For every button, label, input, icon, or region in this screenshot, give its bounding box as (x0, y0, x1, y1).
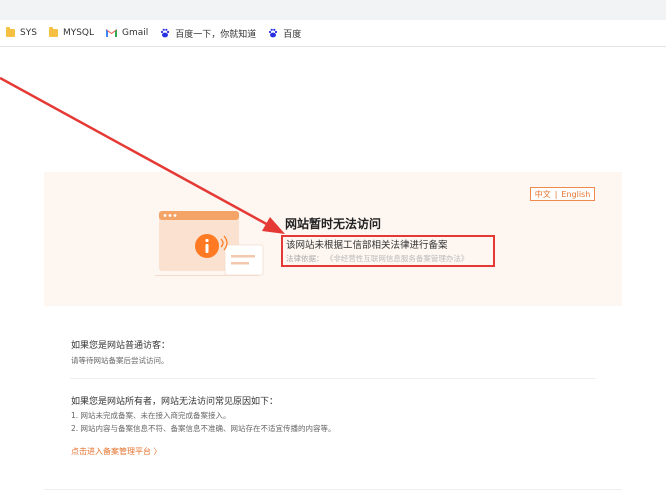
owner-reason-2: 2. 网站内容与备案信息不符、备案信息不准确、网站存在不适宜传播的内容等。 (71, 424, 336, 433)
baidu-icon (269, 28, 278, 38)
bookmarks-bar: SYS MYSQL Gmail 百度一下，你就知道 百度 (0, 20, 666, 47)
baidu-icon (161, 28, 170, 38)
bookmark-label: SYS (20, 28, 37, 38)
bookmark-gmail[interactable]: Gmail (106, 28, 148, 38)
bookmark-label: Gmail (122, 28, 149, 38)
filing-platform-link[interactable]: 点击进入备案管理平台 〉 (71, 446, 162, 457)
visitor-text: 请等待网站备案后尝试访问。 (71, 356, 169, 365)
bookmark-baidu-search[interactable]: 百度一下，你就知道 (160, 27, 256, 40)
bookmark-label: 百度 (283, 29, 302, 40)
lang-zh[interactable]: 中文 (535, 189, 551, 200)
folder-icon (48, 27, 58, 37)
bookmark-baidu[interactable]: 百度 (268, 27, 301, 40)
legal-basis-label: 法律依据： (286, 254, 324, 263)
warning-illustration (155, 211, 264, 276)
bottom-divider (44, 489, 622, 490)
gmail-icon (106, 29, 118, 37)
bookmark-sys[interactable]: SYS (6, 27, 37, 38)
owner-heading: 如果您是网站所有者，网站无法访问常见原因如下： (71, 397, 279, 407)
bookmark-mysql[interactable]: MYSQL (48, 27, 95, 38)
legal-basis: 法律依据： 《非经营性互联网信息服务备案管理办法》 (286, 253, 468, 264)
lang-en[interactable]: English (561, 190, 590, 199)
browser-top-strip (0, 0, 666, 20)
language-switch[interactable]: 中文 | English (530, 187, 595, 201)
page-title: 网站暂时无法访问 (285, 217, 382, 231)
bookmark-label: MYSQL (62, 28, 95, 38)
visitor-heading: 如果您是网站普通访客： (71, 341, 171, 351)
owner-reason-1: 1. 网站未完成备案、未在接入商完成备案接入。 (71, 411, 231, 420)
bookmark-label: 百度一下，你就知道 (175, 29, 257, 40)
legal-basis-link[interactable]: 《非经营性互联网信息服务备案管理办法》 (326, 254, 469, 263)
lang-separator: | (554, 189, 558, 199)
folder-icon (6, 27, 15, 37)
section-divider (70, 378, 596, 379)
notice-subtitle: 该网站未根据工信部相关法律进行备案 (286, 240, 448, 251)
